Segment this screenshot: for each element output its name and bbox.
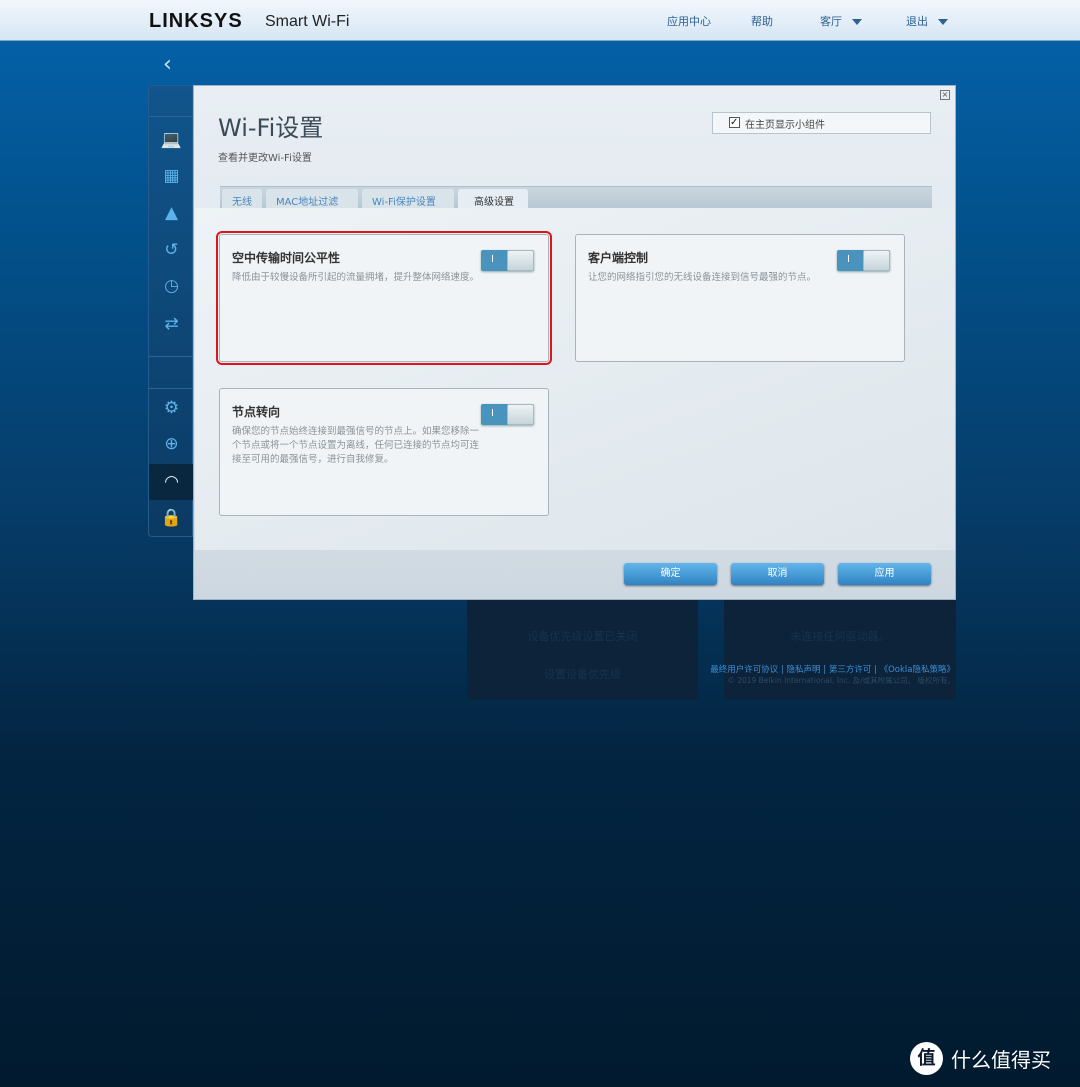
close-icon[interactable]: × xyxy=(940,90,950,100)
toggle-on-label: I xyxy=(847,254,850,265)
toggle-on-label: I xyxy=(491,254,494,265)
page-title: Wi-Fi设置 xyxy=(218,114,324,142)
devices-icon[interactable]: 💻 xyxy=(149,130,194,150)
connectivity-icon[interactable]: ⚙ xyxy=(149,398,194,418)
widget-label: 在主页显示小组件 xyxy=(745,120,825,131)
eula-link[interactable]: 最终用户许可协议 xyxy=(710,665,778,675)
client-steering-toggle[interactable]: I xyxy=(837,250,890,271)
nav-app-center[interactable]: 应用中心 xyxy=(667,13,711,29)
card-description: 确保您的节点始终连接到最强信号的节点上。如果您移除一个节点或将一个节点设置为离线… xyxy=(232,426,480,465)
advanced-settings-panel: 空中传输时间公平性 降低由于较慢设备所引起的流量拥堵，提升整体网络速度。 I 客… xyxy=(195,208,955,550)
airtime-fairness-toggle[interactable]: I xyxy=(481,250,534,271)
node-steering-card: 节点转向 确保您的节点始终连接到最强信号的节点上。如果您移除一个节点或将一个节点… xyxy=(219,388,549,516)
tab-bar: 无线 MAC地址过滤 Wi-Fi保护设置 高级设置 xyxy=(220,186,932,209)
tab-wps[interactable]: Wi-Fi保护设置 xyxy=(362,189,454,209)
cancel-button[interactable]: 取消 xyxy=(731,563,824,585)
guest-access-icon[interactable]: ▦ xyxy=(149,166,194,186)
airtime-fairness-card: 空中传输时间公平性 降低由于较慢设备所引起的流量拥堵，提升整体网络速度。 I xyxy=(216,231,552,365)
card-description: 让您的网络指引您的无线设备连接到信号最强的节点。 xyxy=(588,272,817,283)
sidebar: 💻 ▦ ▲ ↺ ◷ ⇄ ⚙ ⊕ ◠ 🔒 xyxy=(148,85,194,537)
tab-advanced[interactable]: 高级设置 xyxy=(458,189,528,209)
bg-card-link: 设置设备优先级 xyxy=(544,668,621,681)
copyright: © 2019 Belkin International, Inc. 及/或其附属… xyxy=(727,676,955,685)
dropdown-icon xyxy=(938,19,948,25)
dropdown-icon xyxy=(852,19,862,25)
card-title: 空中传输时间公平性 xyxy=(232,251,341,265)
client-steering-card: 客户端控制 让您的网络指引您的无线设备连接到信号最强的节点。 I xyxy=(575,234,905,362)
background-card-prioritization: 设备优先级设置已关闭 设置设备优先级 xyxy=(467,590,698,700)
logout-label: 退出 xyxy=(906,15,928,28)
top-header: LINKSYS Smart Wi-Fi 应用中心 帮助 客厅 退出 xyxy=(0,0,1080,41)
external-storage-icon[interactable]: ⇄ xyxy=(149,314,194,334)
tab-mac-filter[interactable]: MAC地址过滤 xyxy=(266,189,358,209)
toggle-knob xyxy=(863,250,890,271)
bg-card-text: 未连接任何驱动器。 xyxy=(790,630,890,643)
show-widget-checkbox[interactable]: ✓ 在主页显示小组件 xyxy=(712,112,931,134)
checkbox-checked-icon[interactable]: ✓ xyxy=(729,117,740,128)
third-party-link[interactable]: 第三方许可 xyxy=(829,665,872,675)
page-subtitle: 查看并更改Wi-Fi设置 xyxy=(218,153,312,164)
nav-logout[interactable]: 退出 xyxy=(906,13,948,29)
card-title: 客户端控制 xyxy=(588,251,649,265)
bg-card-text: 设备优先级设置已关闭 xyxy=(527,630,638,643)
toggle-knob xyxy=(507,404,534,425)
toggle-on-label: I xyxy=(491,408,494,419)
nav-network-menu[interactable]: 客厅 xyxy=(820,13,862,29)
linksys-logo: LINKSYS xyxy=(149,10,243,32)
watermark-logo: 值 xyxy=(910,1042,943,1075)
watermark: 值 什么值得买 xyxy=(910,1042,1051,1075)
toggle-knob xyxy=(507,250,534,271)
wifi-settings-icon[interactable]: ◠ xyxy=(149,472,194,492)
watermark-text: 什么值得买 xyxy=(951,1048,1051,1072)
tab-wireless[interactable]: 无线 xyxy=(222,189,262,209)
media-prioritization-icon[interactable]: ↺ xyxy=(149,240,194,260)
apply-button[interactable]: 应用 xyxy=(838,563,931,585)
parental-controls-icon[interactable]: ▲ xyxy=(149,203,194,223)
product-name: Smart Wi-Fi xyxy=(265,13,350,30)
wifi-settings-dialog: × Wi-Fi设置 查看并更改Wi-Fi设置 ✓ 在主页显示小组件 无线 MAC… xyxy=(193,85,956,600)
card-title: 节点转向 xyxy=(232,405,281,419)
back-chevron-icon[interactable]: ‹ xyxy=(163,52,172,77)
security-icon[interactable]: 🔒 xyxy=(149,508,194,528)
footer-links: 最终用户许可协议 | 隐私声明 | 第三方许可 | 《Ookla隐私策略》 xyxy=(710,665,955,675)
speed-test-icon[interactable]: ◷ xyxy=(149,276,194,296)
network-name: 客厅 xyxy=(820,15,842,28)
ok-button[interactable]: 确定 xyxy=(624,563,717,585)
ookla-link[interactable]: 《Ookla隐私策略》 xyxy=(880,665,955,675)
privacy-link[interactable]: 隐私声明 xyxy=(787,665,821,675)
node-steering-toggle[interactable]: I xyxy=(481,404,534,425)
troubleshooting-icon[interactable]: ⊕ xyxy=(149,434,194,454)
card-description: 降低由于较慢设备所引起的流量拥堵，提升整体网络速度。 xyxy=(232,272,480,283)
nav-help[interactable]: 帮助 xyxy=(751,13,773,29)
